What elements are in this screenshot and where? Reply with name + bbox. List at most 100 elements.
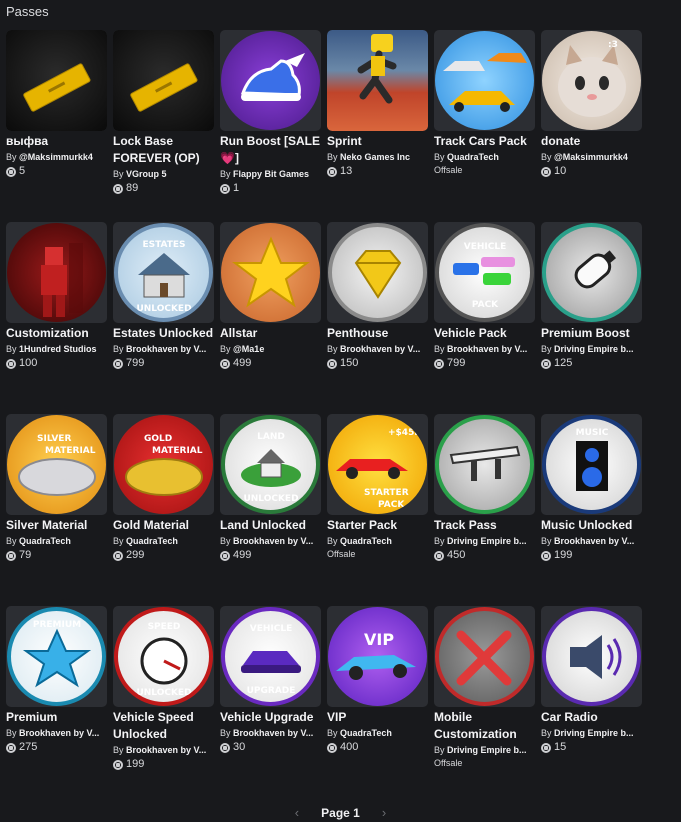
pass-thumbnail[interactable]	[220, 222, 321, 323]
pass-thumbnail[interactable]: MUSIC	[541, 414, 642, 515]
pass-thumbnail[interactable]: PREMIUM	[6, 606, 107, 707]
pass-creator[interactable]: By QuadraTech	[327, 535, 428, 547]
pass-card[interactable]: VEHICLE PACK Vehicle Pack By Brookhaven …	[434, 222, 535, 371]
pass-thumbnail[interactable]	[6, 30, 107, 131]
pass-creator[interactable]: By Brookhaven by V...	[113, 744, 214, 756]
pass-card[interactable]: Track Cars Pack By QuadraTech Offsale	[434, 30, 535, 176]
chevron-right-icon[interactable]: ›	[382, 805, 386, 820]
pass-creator[interactable]: By Driving Empire b...	[541, 343, 642, 355]
pass-thumbnail[interactable]: ESTATES UNLOCKED	[113, 222, 214, 323]
pass-creator[interactable]: By Neko Games Inc	[327, 151, 428, 163]
pass-thumbnail[interactable]	[6, 222, 107, 323]
pass-creator[interactable]: By QuadraTech	[6, 535, 107, 547]
pass-card[interactable]: SPEED UNLOCKED Vehicle Speed Unlocked By…	[113, 606, 214, 772]
pass-card[interactable]: MUSIC Music Unlocked By Brookhaven by V.…	[541, 414, 642, 563]
pass-creator[interactable]: By Driving Empire b...	[434, 535, 535, 547]
pass-name[interactable]: Customization	[6, 325, 107, 342]
pass-card[interactable]: Customization By 1Hundred Studios 100	[6, 222, 107, 371]
pass-creator[interactable]: By Brookhaven by V...	[220, 535, 321, 547]
pass-thumbnail[interactable]: :3	[541, 30, 642, 131]
pass-creator[interactable]: By @Maksimmurkk4	[6, 151, 107, 163]
pass-thumbnail[interactable]: VEHICLE PACK	[434, 222, 535, 323]
pass-name[interactable]: Gold Material	[113, 517, 214, 534]
pass-thumbnail[interactable]: SPEED UNLOCKED	[113, 606, 214, 707]
pass-name[interactable]: Vehicle Pack	[434, 325, 535, 342]
pass-card[interactable]: +$45K STARTER PACK Starter Pack By Quadr…	[327, 414, 428, 560]
pass-thumbnail[interactable]	[113, 30, 214, 131]
pass-name[interactable]: Estates Unlocked	[113, 325, 214, 342]
pass-name[interactable]: Penthouse	[327, 325, 428, 342]
pass-thumbnail[interactable]	[434, 414, 535, 515]
pass-card[interactable]: выфва By @Maksimmurkk4 5	[6, 30, 107, 179]
pass-creator[interactable]: By VGroup 5	[113, 168, 214, 180]
pass-name[interactable]: Car Radio	[541, 709, 642, 726]
pass-creator[interactable]: By Driving Empire b...	[541, 727, 642, 739]
pass-creator[interactable]: By @Maksimmurkk4	[541, 151, 642, 163]
pass-thumbnail[interactable]: GOLD MATERIAL	[113, 414, 214, 515]
pass-creator[interactable]: By QuadraTech	[434, 151, 535, 163]
pass-name[interactable]: выфва	[6, 133, 107, 150]
pass-card[interactable]: Allstar By @Ma1e 499	[220, 222, 321, 371]
pass-card[interactable]: Run Boost [SALE💗] By Flappy Bit Games 1	[220, 30, 321, 196]
pass-card[interactable]: Car Radio By Driving Empire b... 15	[541, 606, 642, 755]
pass-thumbnail[interactable]	[327, 222, 428, 323]
pass-name[interactable]: Track Pass	[434, 517, 535, 534]
pass-card[interactable]: LAND UNLOCKED Land Unlocked By Brookhave…	[220, 414, 321, 563]
robux-icon	[113, 759, 123, 770]
pass-thumbnail[interactable]	[220, 30, 321, 131]
pass-name[interactable]: donate	[541, 133, 642, 150]
pass-creator[interactable]: By QuadraTech	[113, 535, 214, 547]
pass-name[interactable]: Premium	[6, 709, 107, 726]
chevron-left-icon[interactable]: ‹	[295, 805, 299, 820]
pass-thumbnail[interactable]	[541, 606, 642, 707]
pass-thumbnail[interactable]: VEHICLE UPGRADE	[220, 606, 321, 707]
pass-card[interactable]: Penthouse By Brookhaven by V... 150	[327, 222, 428, 371]
pass-card[interactable]: Track Pass By Driving Empire b... 450	[434, 414, 535, 563]
pass-card[interactable]: VEHICLE UPGRADE Vehicle Upgrade By Brook…	[220, 606, 321, 755]
pass-card[interactable]: Mobile Customization By Driving Empire b…	[434, 606, 535, 769]
pass-creator[interactable]: By Brookhaven by V...	[6, 727, 107, 739]
pass-name[interactable]: Lock Base FOREVER (OP)	[113, 133, 214, 167]
pass-creator[interactable]: By 1Hundred Studios	[6, 343, 107, 355]
pass-creator[interactable]: By Brookhaven by V...	[220, 727, 321, 739]
pass-name[interactable]: Silver Material	[6, 517, 107, 534]
pass-creator[interactable]: By Flappy Bit Games	[220, 168, 321, 180]
pass-thumbnail[interactable]: LAND UNLOCKED	[220, 414, 321, 515]
pass-name[interactable]: Track Cars Pack	[434, 133, 535, 150]
pass-creator[interactable]: By Brookhaven by V...	[327, 343, 428, 355]
pass-name[interactable]: Sprint	[327, 133, 428, 150]
pass-card[interactable]: ESTATES UNLOCKED Estates Unlocked By Bro…	[113, 222, 214, 371]
pass-name[interactable]: VIP	[327, 709, 428, 726]
pass-card[interactable]: Premium Boost By Driving Empire b... 125	[541, 222, 642, 371]
pass-name[interactable]: Starter Pack	[327, 517, 428, 534]
pass-card[interactable]: :3 donate By @Maksimmurkk4 10	[541, 30, 642, 179]
pass-thumbnail[interactable]	[327, 30, 428, 131]
pass-name[interactable]: Premium Boost	[541, 325, 642, 342]
pass-name[interactable]: Mobile Customization	[434, 709, 535, 743]
pass-creator[interactable]: By QuadraTech	[327, 727, 428, 739]
pass-creator[interactable]: By Driving Empire b...	[434, 744, 535, 756]
pass-creator[interactable]: By @Ma1e	[220, 343, 321, 355]
pass-creator[interactable]: By Brookhaven by V...	[113, 343, 214, 355]
pass-name[interactable]: Run Boost [SALE💗]	[220, 133, 321, 167]
pass-name[interactable]: Land Unlocked	[220, 517, 321, 534]
pass-thumbnail[interactable]	[434, 606, 535, 707]
pass-card[interactable]: SILVER MATERIAL Silver Material By Quadr…	[6, 414, 107, 563]
pass-card[interactable]: Sprint By Neko Games Inc 13	[327, 30, 428, 179]
pass-thumbnail[interactable]: SILVER MATERIAL	[6, 414, 107, 515]
pass-card[interactable]: Lock Base FOREVER (OP) By VGroup 5 89	[113, 30, 214, 196]
pass-name[interactable]: Vehicle Speed Unlocked	[113, 709, 214, 743]
pass-name[interactable]: Music Unlocked	[541, 517, 642, 534]
pass-thumbnail[interactable]	[541, 222, 642, 323]
pass-name[interactable]: Allstar	[220, 325, 321, 342]
pass-thumbnail[interactable]: +$45K STARTER PACK	[327, 414, 428, 515]
pass-name[interactable]: Vehicle Upgrade	[220, 709, 321, 726]
radio-icon	[570, 635, 622, 679]
pass-card[interactable]: PREMIUM Premium By Brookhaven by V... 27…	[6, 606, 107, 755]
pass-card[interactable]: VIP VIP By QuadraTech 400	[327, 606, 428, 755]
pass-thumbnail[interactable]	[434, 30, 535, 131]
pass-thumbnail[interactable]: VIP	[327, 606, 428, 707]
pass-creator[interactable]: By Brookhaven by V...	[434, 343, 535, 355]
pass-card[interactable]: GOLD MATERIAL Gold Material By QuadraTec…	[113, 414, 214, 563]
pass-creator[interactable]: By Brookhaven by V...	[541, 535, 642, 547]
